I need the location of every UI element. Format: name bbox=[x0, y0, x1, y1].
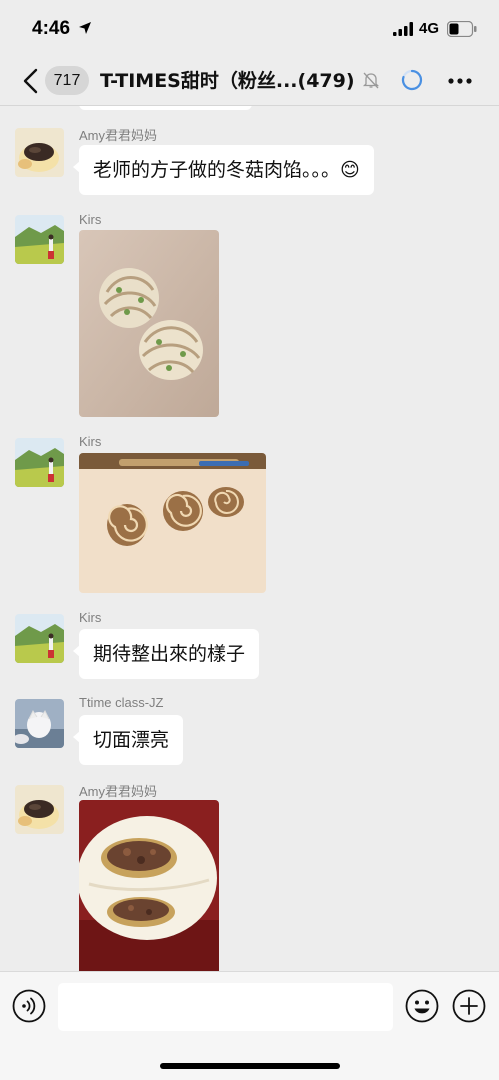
sender-name: Amy君君妈妈 bbox=[79, 128, 158, 143]
status-bar: 4:46 4G bbox=[0, 0, 499, 56]
voice-icon[interactable] bbox=[12, 989, 46, 1023]
message-bubble[interactable]: 期待整出來的樣子 bbox=[72, 629, 260, 679]
avatar-amy[interactable] bbox=[15, 128, 64, 177]
message-bubble[interactable]: 切面漂亮 bbox=[72, 715, 184, 765]
spiral-dough-slices-photo[interactable] bbox=[79, 453, 266, 593]
home-indicator bbox=[160, 1063, 340, 1069]
emoji-icon[interactable] bbox=[405, 989, 439, 1023]
avatar-kirs-image bbox=[15, 614, 64, 663]
avatar-ttime-class-image bbox=[15, 699, 64, 748]
photo-image bbox=[79, 453, 266, 593]
unread-count-badge[interactable]: 717 bbox=[45, 66, 89, 95]
location-arrow-icon bbox=[79, 22, 91, 34]
partial-message-bubble bbox=[79, 106, 252, 110]
avatar-kirs-image bbox=[15, 438, 64, 487]
chat-header: 717 T-TIMES甜时（粉丝...(479) bbox=[0, 56, 499, 106]
scallion-pastry-rolls-photo[interactable] bbox=[79, 230, 219, 417]
battery-icon bbox=[447, 21, 477, 37]
mute-bell-icon bbox=[362, 72, 380, 89]
network-type: 4G bbox=[419, 20, 440, 37]
signal-icon bbox=[393, 22, 413, 36]
meat-bun-cross-section-photo[interactable] bbox=[79, 800, 219, 971]
chat-title: T-TIMES甜时（粉丝...(479) bbox=[100, 70, 355, 92]
message-bubble[interactable]: 老师的方子做的冬菇肉馅。。。😊 bbox=[73, 145, 374, 195]
sender-name: Kirs bbox=[79, 610, 102, 625]
avatar-kirs[interactable] bbox=[15, 614, 64, 663]
sender-name: Ttime class-JZ bbox=[79, 695, 164, 710]
avatar-amy[interactable] bbox=[15, 785, 64, 834]
sender-name: Kirs bbox=[79, 434, 102, 449]
avatar-kirs[interactable] bbox=[15, 215, 64, 264]
photo-image bbox=[79, 230, 219, 417]
back-chevron-icon[interactable] bbox=[20, 68, 42, 94]
avatar-amy-image bbox=[15, 785, 64, 834]
avatar-ttime-class[interactable] bbox=[15, 699, 64, 748]
plus-icon[interactable] bbox=[452, 989, 486, 1023]
avatar-amy-image bbox=[15, 128, 64, 177]
avatar-kirs[interactable] bbox=[15, 438, 64, 487]
message-text-input[interactable] bbox=[58, 983, 393, 1031]
more-dots-icon[interactable] bbox=[448, 78, 472, 84]
avatar-kirs-image bbox=[15, 215, 64, 264]
sender-name: Kirs bbox=[79, 212, 102, 227]
sender-name: Amy君君妈妈 bbox=[79, 784, 158, 799]
status-time: 4:46 bbox=[32, 18, 71, 39]
loading-icon bbox=[401, 69, 423, 91]
photo-image bbox=[79, 800, 219, 971]
message-list[interactable]: Amy君君妈妈 老师的方子做的冬菇肉馅。。。😊 Kirs Kirs Kirs 期… bbox=[0, 106, 499, 971]
